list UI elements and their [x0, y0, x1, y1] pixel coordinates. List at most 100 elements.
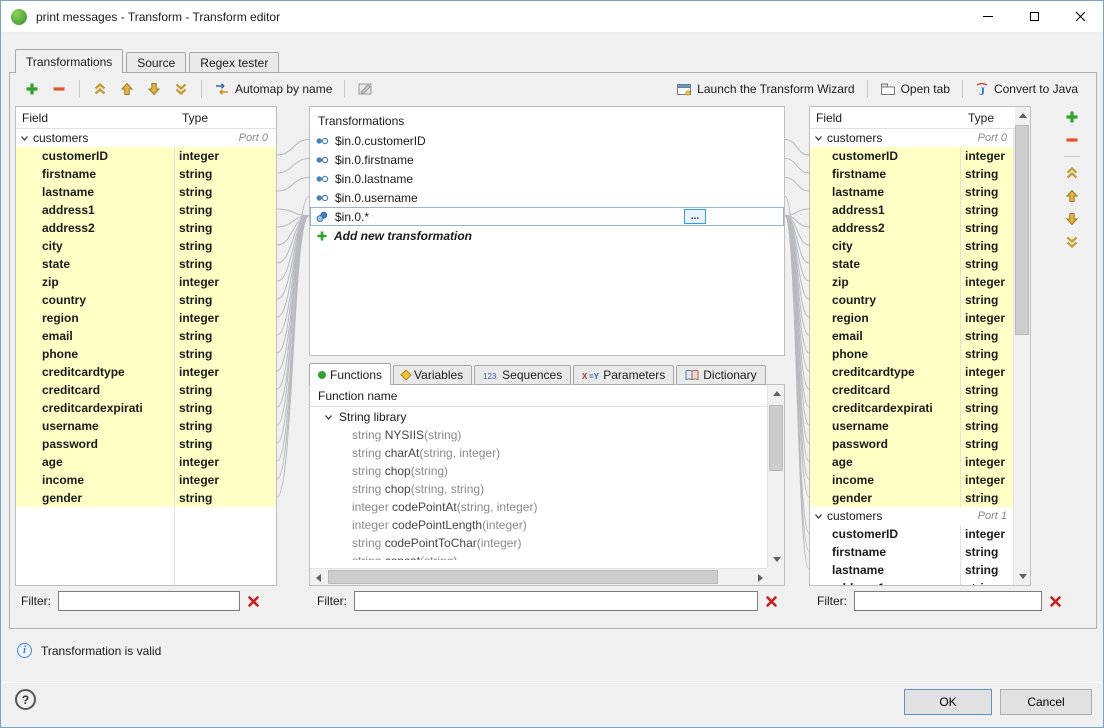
- field-row[interactable]: creditcardexpiratistring: [810, 399, 1015, 417]
- minimize-button[interactable]: [965, 1, 1011, 33]
- vertical-scrollbar[interactable]: [767, 385, 784, 568]
- field-row[interactable]: creditcardstring: [16, 381, 276, 399]
- move-up-button[interactable]: [115, 78, 139, 100]
- column-header-type[interactable]: Type: [960, 107, 1000, 128]
- group-row[interactable]: customersPort 0: [810, 129, 1015, 147]
- field-row[interactable]: address2string: [16, 219, 276, 237]
- remove-field-button[interactable]: [47, 78, 71, 100]
- move-top-button[interactable]: [1063, 164, 1081, 182]
- scrollbar-thumb[interactable]: [328, 570, 718, 584]
- field-row[interactable]: emailstring: [16, 327, 276, 345]
- field-row[interactable]: ageinteger: [16, 453, 276, 471]
- clear-filter-icon[interactable]: [1049, 595, 1062, 608]
- automap-options-button[interactable]: [353, 78, 377, 100]
- field-row[interactable]: regioninteger: [16, 309, 276, 327]
- field-row[interactable]: customerIDinteger: [810, 525, 1015, 543]
- filter-input[interactable]: [58, 591, 240, 611]
- scrollbar-thumb[interactable]: [769, 405, 783, 471]
- field-row[interactable]: address1string: [810, 579, 1015, 586]
- field-row[interactable]: lastnamestring: [16, 183, 276, 201]
- move-bottom-button[interactable]: [169, 78, 193, 100]
- field-row[interactable]: statestring: [810, 255, 1015, 273]
- field-row[interactable]: citystring: [810, 237, 1015, 255]
- field-row[interactable]: citystring: [16, 237, 276, 255]
- chevron-down-icon[interactable]: [19, 133, 32, 144]
- function-item[interactable]: integer codePointLength(integer): [310, 516, 769, 534]
- move-up-button[interactable]: [1063, 187, 1081, 205]
- field-row[interactable]: firstnamestring: [810, 543, 1015, 561]
- tab-regex-tester[interactable]: Regex tester: [189, 52, 279, 73]
- chevron-down-icon[interactable]: [813, 511, 826, 522]
- move-top-button[interactable]: [88, 78, 112, 100]
- add-transformation-button[interactable]: Add new transformation: [310, 226, 784, 245]
- scroll-up-icon[interactable]: [768, 385, 785, 402]
- help-button[interactable]: ?: [15, 689, 36, 710]
- close-button[interactable]: [1057, 1, 1103, 33]
- field-row[interactable]: statestring: [16, 255, 276, 273]
- chevron-down-icon[interactable]: [323, 412, 336, 423]
- edit-transformation-button[interactable]: ...: [684, 209, 706, 224]
- field-row[interactable]: zipinteger: [810, 273, 1015, 291]
- tab-transformations[interactable]: Transformations: [15, 49, 123, 73]
- field-row[interactable]: countrystring: [16, 291, 276, 309]
- field-row[interactable]: address2string: [810, 219, 1015, 237]
- field-row[interactable]: ageinteger: [810, 453, 1015, 471]
- group-row[interactable]: customersPort 1: [810, 507, 1015, 525]
- transformation-item[interactable]: $in.0.lastname: [310, 169, 784, 188]
- function-name-header[interactable]: Function name: [310, 385, 784, 407]
- tab-variables[interactable]: Variables: [393, 365, 472, 385]
- launch-wizard-button[interactable]: Launch the Transform Wizard: [672, 79, 858, 100]
- filter-input[interactable]: [854, 591, 1042, 611]
- field-row[interactable]: creditcardstring: [810, 381, 1015, 399]
- field-row[interactable]: emailstring: [810, 327, 1015, 345]
- field-row[interactable]: usernamestring: [810, 417, 1015, 435]
- field-row[interactable]: customerIDinteger: [810, 147, 1015, 165]
- transformation-item[interactable]: $in.0.*...: [310, 207, 784, 226]
- convert-to-java-button[interactable]: J Convert to Java: [971, 79, 1082, 100]
- field-row[interactable]: address1string: [810, 201, 1015, 219]
- field-row[interactable]: usernamestring: [16, 417, 276, 435]
- field-row[interactable]: passwordstring: [810, 435, 1015, 453]
- group-row[interactable]: customersPort 0: [16, 129, 276, 147]
- field-row[interactable]: incomeinteger: [810, 471, 1015, 489]
- maximize-button[interactable]: [1011, 1, 1057, 33]
- field-row[interactable]: creditcardtypeinteger: [16, 363, 276, 381]
- move-down-button[interactable]: [142, 78, 166, 100]
- add-field-button[interactable]: [20, 78, 44, 100]
- move-down-button[interactable]: [1063, 210, 1081, 228]
- field-row[interactable]: creditcardtypeinteger: [810, 363, 1015, 381]
- scrollbar-thumb[interactable]: [1015, 125, 1029, 335]
- field-row[interactable]: lastnamestring: [810, 183, 1015, 201]
- remove-output-field-button[interactable]: [1063, 131, 1081, 149]
- column-header-type[interactable]: Type: [174, 107, 214, 128]
- move-bottom-button[interactable]: [1063, 233, 1081, 251]
- column-header-field[interactable]: Field: [16, 107, 174, 128]
- scroll-down-icon[interactable]: [1014, 568, 1031, 585]
- function-item[interactable]: string codePointToChar(integer): [310, 534, 769, 552]
- clear-filter-icon[interactable]: [247, 595, 260, 608]
- transformation-item[interactable]: $in.0.customerID: [310, 131, 784, 150]
- field-row[interactable]: creditcardexpiratistring: [16, 399, 276, 417]
- function-item[interactable]: string chop(string): [310, 462, 769, 480]
- scroll-down-icon[interactable]: [768, 551, 785, 568]
- horizontal-scrollbar[interactable]: [310, 568, 769, 585]
- filter-input[interactable]: [354, 591, 758, 611]
- column-header-field[interactable]: Field: [810, 107, 960, 128]
- field-row[interactable]: passwordstring: [16, 435, 276, 453]
- vertical-scrollbar[interactable]: [1013, 107, 1030, 585]
- tab-functions[interactable]: Functions: [309, 363, 391, 385]
- transformation-item[interactable]: $in.0.firstname: [310, 150, 784, 169]
- transformation-item[interactable]: $in.0.username: [310, 188, 784, 207]
- function-item[interactable]: integer codePointAt(string, integer): [310, 498, 769, 516]
- function-item[interactable]: string charAt(string, integer): [310, 444, 769, 462]
- function-item[interactable]: string NYSIIS(string): [310, 426, 769, 444]
- field-row[interactable]: lastnamestring: [810, 561, 1015, 579]
- field-row[interactable]: genderstring: [16, 489, 276, 507]
- field-row[interactable]: phonestring: [16, 345, 276, 363]
- cancel-button[interactable]: Cancel: [1000, 689, 1092, 715]
- scroll-up-icon[interactable]: [1014, 107, 1031, 124]
- field-row[interactable]: address1string: [16, 201, 276, 219]
- open-tab-button[interactable]: Open tab: [876, 79, 954, 100]
- tab-source[interactable]: Source: [126, 52, 186, 73]
- field-row[interactable]: customerIDinteger: [16, 147, 276, 165]
